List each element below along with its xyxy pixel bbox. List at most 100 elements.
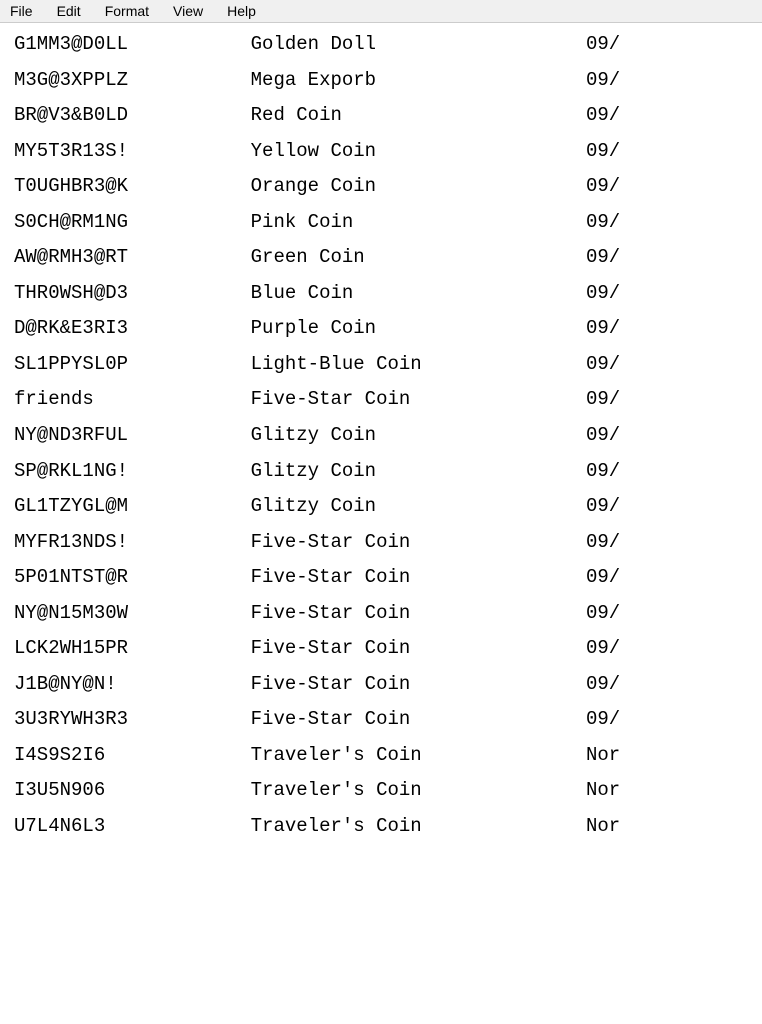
table-row[interactable]: S0CH@RM1NGPink Coin09/ <box>6 205 756 241</box>
cell-date: 09/ <box>578 63 756 99</box>
cell-name: Pink Coin <box>243 205 578 241</box>
cell-date: 09/ <box>578 205 756 241</box>
cell-date: Nor <box>578 738 756 774</box>
cell-code: THR0WSH@D3 <box>6 276 243 312</box>
cell-code: BR@V3&B0LD <box>6 98 243 134</box>
cell-code: I3U5N906 <box>6 773 243 809</box>
menu-bar: File Edit Format View Help <box>0 0 762 23</box>
table-row[interactable]: AW@RMH3@RTGreen Coin09/ <box>6 240 756 276</box>
cell-code: NY@N15M30W <box>6 596 243 632</box>
cell-code: AW@RMH3@RT <box>6 240 243 276</box>
cell-name: Five-Star Coin <box>243 631 578 667</box>
cell-date: 09/ <box>578 382 756 418</box>
cell-name: Five-Star Coin <box>243 596 578 632</box>
cell-code: U7L4N6L3 <box>6 809 243 845</box>
cell-name: Purple Coin <box>243 311 578 347</box>
table-row[interactable]: MY5T3R13S!Yellow Coin09/ <box>6 134 756 170</box>
cell-date: 09/ <box>578 667 756 703</box>
menu-file[interactable]: File <box>6 2 37 20</box>
cell-name: Traveler's Coin <box>243 738 578 774</box>
cell-date: Nor <box>578 809 756 845</box>
table-row[interactable]: D@RK&E3RI3Purple Coin09/ <box>6 311 756 347</box>
cell-code: S0CH@RM1NG <box>6 205 243 241</box>
cell-code: GL1TZYGL@M <box>6 489 243 525</box>
cell-date: 09/ <box>578 525 756 561</box>
cell-name: Five-Star Coin <box>243 382 578 418</box>
table-row[interactable]: SP@RKL1NG!Glitzy Coin09/ <box>6 454 756 490</box>
cell-code: I4S9S2I6 <box>6 738 243 774</box>
cell-name: Red Coin <box>243 98 578 134</box>
cell-code: NY@ND3RFUL <box>6 418 243 454</box>
cell-code: 3U3RYWH3R3 <box>6 702 243 738</box>
cell-name: Golden Doll <box>243 27 578 63</box>
menu-format[interactable]: Format <box>101 2 153 20</box>
cell-date: 09/ <box>578 169 756 205</box>
cell-date: 09/ <box>578 418 756 454</box>
table-row[interactable]: U7L4N6L3Traveler's CoinNor <box>6 809 756 845</box>
cell-date: 09/ <box>578 98 756 134</box>
cell-code: SP@RKL1NG! <box>6 454 243 490</box>
cell-code: MYFR13NDS! <box>6 525 243 561</box>
cell-name: Five-Star Coin <box>243 525 578 561</box>
cell-code: T0UGHBR3@K <box>6 169 243 205</box>
cell-code: friends <box>6 382 243 418</box>
cell-name: Traveler's Coin <box>243 773 578 809</box>
table-row[interactable]: LCK2WH15PRFive-Star Coin09/ <box>6 631 756 667</box>
cell-name: Green Coin <box>243 240 578 276</box>
cell-date: 09/ <box>578 240 756 276</box>
cell-date: 09/ <box>578 560 756 596</box>
cell-date: 09/ <box>578 702 756 738</box>
cell-name: Orange Coin <box>243 169 578 205</box>
cell-name: Yellow Coin <box>243 134 578 170</box>
cell-date: 09/ <box>578 489 756 525</box>
table-row[interactable]: G1MM3@D0LLGolden Doll09/ <box>6 27 756 63</box>
cell-name: Glitzy Coin <box>243 418 578 454</box>
table-row[interactable]: M3G@3XPPLZMega Exporb09/ <box>6 63 756 99</box>
cell-date: 09/ <box>578 454 756 490</box>
cell-name: Five-Star Coin <box>243 667 578 703</box>
menu-help[interactable]: Help <box>223 2 260 20</box>
cell-date: Nor <box>578 773 756 809</box>
cell-date: 09/ <box>578 311 756 347</box>
table-row[interactable]: SL1PPYSL0PLight-Blue Coin09/ <box>6 347 756 383</box>
menu-view[interactable]: View <box>169 2 207 20</box>
cell-name: Blue Coin <box>243 276 578 312</box>
cell-date: 09/ <box>578 27 756 63</box>
cell-name: Mega Exporb <box>243 63 578 99</box>
cell-name: Glitzy Coin <box>243 454 578 490</box>
cell-code: MY5T3R13S! <box>6 134 243 170</box>
table-row[interactable]: MYFR13NDS!Five-Star Coin09/ <box>6 525 756 561</box>
cell-code: G1MM3@D0LL <box>6 27 243 63</box>
cell-code: 5P01NTST@R <box>6 560 243 596</box>
data-table: G1MM3@D0LLGolden Doll09/M3G@3XPPLZMega E… <box>6 27 756 845</box>
table-row[interactable]: I4S9S2I6Traveler's CoinNor <box>6 738 756 774</box>
cell-name: Traveler's Coin <box>243 809 578 845</box>
table-row[interactable]: NY@ND3RFULGlitzy Coin09/ <box>6 418 756 454</box>
cell-date: 09/ <box>578 134 756 170</box>
table-row[interactable]: friendsFive-Star Coin09/ <box>6 382 756 418</box>
cell-code: LCK2WH15PR <box>6 631 243 667</box>
cell-code: J1B@NY@N! <box>6 667 243 703</box>
cell-date: 09/ <box>578 276 756 312</box>
cell-name: Light-Blue Coin <box>243 347 578 383</box>
table-row[interactable]: 5P01NTST@RFive-Star Coin09/ <box>6 560 756 596</box>
table-row[interactable]: I3U5N906Traveler's CoinNor <box>6 773 756 809</box>
cell-code: SL1PPYSL0P <box>6 347 243 383</box>
menu-edit[interactable]: Edit <box>53 2 85 20</box>
cell-name: Five-Star Coin <box>243 702 578 738</box>
table-row[interactable]: THR0WSH@D3Blue Coin09/ <box>6 276 756 312</box>
table-row[interactable]: T0UGHBR3@KOrange Coin09/ <box>6 169 756 205</box>
cell-code: D@RK&E3RI3 <box>6 311 243 347</box>
table-row[interactable]: J1B@NY@N!Five-Star Coin09/ <box>6 667 756 703</box>
cell-date: 09/ <box>578 596 756 632</box>
table-row[interactable]: BR@V3&B0LDRed Coin09/ <box>6 98 756 134</box>
cell-name: Five-Star Coin <box>243 560 578 596</box>
table-container: G1MM3@D0LLGolden Doll09/M3G@3XPPLZMega E… <box>0 23 762 849</box>
cell-code: M3G@3XPPLZ <box>6 63 243 99</box>
cell-date: 09/ <box>578 631 756 667</box>
table-row[interactable]: 3U3RYWH3R3Five-Star Coin09/ <box>6 702 756 738</box>
table-row[interactable]: GL1TZYGL@MGlitzy Coin09/ <box>6 489 756 525</box>
table-row[interactable]: NY@N15M30WFive-Star Coin09/ <box>6 596 756 632</box>
cell-date: 09/ <box>578 347 756 383</box>
cell-name: Glitzy Coin <box>243 489 578 525</box>
